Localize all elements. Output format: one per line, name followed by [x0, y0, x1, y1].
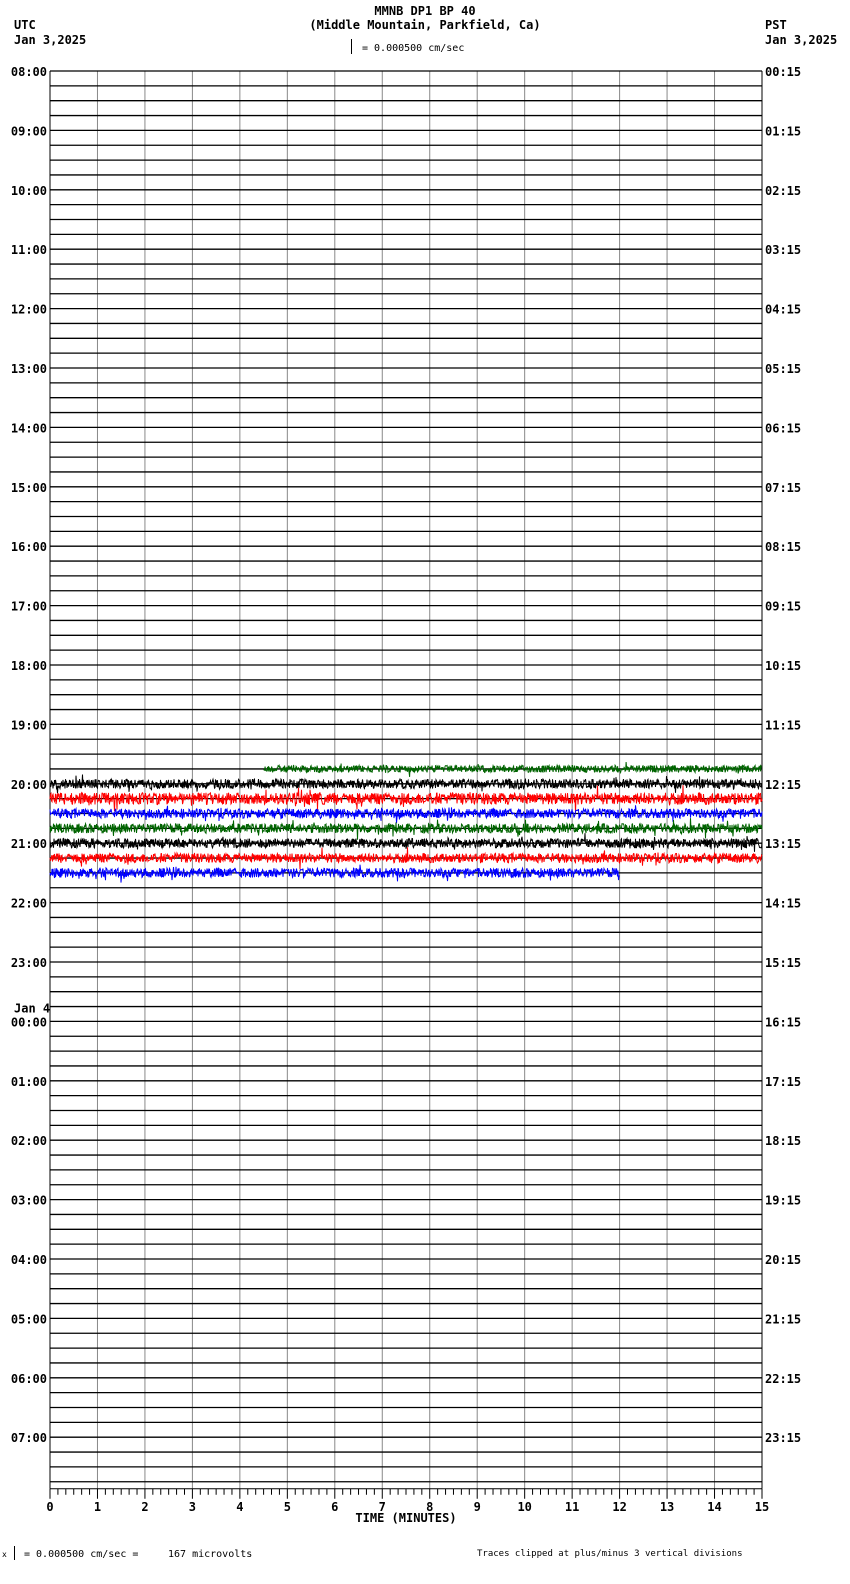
utc-hour-label: 05:00	[11, 1312, 47, 1326]
utc-hour-label: 21:00	[11, 837, 47, 851]
footer-scale-bar-icon	[14, 1546, 15, 1560]
utc-hour-label: 06:00	[11, 1372, 47, 1386]
x-tick-label: 1	[94, 1500, 101, 1514]
pst-hour-label: 03:15	[765, 243, 801, 257]
footer-scale-prefix: x	[2, 1550, 7, 1559]
x-axis-label: TIME (MINUTES)	[355, 1511, 456, 1525]
x-tick-label: 2	[141, 1500, 148, 1514]
x-tick-label: 6	[331, 1500, 338, 1514]
pst-hour-label: 14:15	[765, 897, 801, 911]
x-tick-label: 10	[517, 1500, 531, 1514]
x-tick-label: 5	[284, 1500, 291, 1514]
x-tick-label: 9	[474, 1500, 481, 1514]
pst-hour-label: 13:15	[765, 837, 801, 851]
clip-note: Traces clipped at plus/minus 3 vertical …	[477, 1549, 743, 1559]
seismic-trace	[49, 833, 763, 852]
utc-hour-label: 02:00	[11, 1134, 47, 1148]
utc-hour-label: 12:00	[11, 303, 47, 317]
utc-hour-label: 08:00	[11, 65, 47, 79]
x-tick-label: 0	[46, 1500, 53, 1514]
utc-hour-label: 23:00	[11, 956, 47, 970]
footer-scale: = 0.000500 cm/sec =	[24, 1549, 139, 1560]
x-tick-label: 15	[755, 1500, 769, 1514]
pst-hour-label: 15:15	[765, 956, 801, 970]
utc-hour-label: 22:00	[11, 897, 47, 911]
utc-hour-label: 03:00	[11, 1194, 47, 1208]
pst-hour-label: 08:15	[765, 540, 801, 554]
utc-hour-label: 19:00	[11, 718, 47, 732]
pst-hour-label: 04:15	[765, 303, 801, 317]
utc-hour-label: 07:00	[11, 1431, 47, 1445]
x-tick-label: 13	[660, 1500, 674, 1514]
day-change-label: Jan 4	[14, 1001, 50, 1015]
pst-hour-label: 12:15	[765, 778, 801, 792]
utc-hour-label: 16:00	[11, 540, 47, 554]
utc-hour-label: 17:00	[11, 600, 47, 614]
pst-hour-label: 22:15	[765, 1372, 801, 1386]
pst-hour-label: 19:15	[765, 1194, 801, 1208]
utc-hour-label: 15:00	[11, 481, 47, 495]
utc-hour-label: 13:00	[11, 362, 47, 376]
seismogram-plot: 0 1 2 3 4 5 6 7 8 9 10 11 12 13 14 15TIME (MINUTES)08:0…	[11, 65, 801, 1525]
utc-hour-label: 18:00	[11, 659, 47, 673]
x-tick-label: 14	[707, 1500, 721, 1514]
utc-hour-label: 14:00	[11, 421, 47, 435]
pst-hour-label: 06:15	[765, 421, 801, 435]
pst-hour-label: 21:15	[765, 1312, 801, 1326]
pst-hour-label: 05:15	[765, 362, 801, 376]
x-tick-label: 12	[612, 1500, 626, 1514]
pst-hour-label: 23:15	[765, 1431, 801, 1445]
utc-hour-label: 04:00	[11, 1253, 47, 1267]
pst-hour-label: 02:15	[765, 184, 801, 198]
pst-hour-label: 11:15	[765, 718, 801, 732]
utc-hour-label: 20:00	[11, 778, 47, 792]
x-tick-label: 11	[565, 1500, 579, 1514]
pst-hour-label: 16:15	[765, 1015, 801, 1029]
utc-hour-label: 10:00	[11, 184, 47, 198]
footer-microvolts: 167 microvolts	[168, 1549, 253, 1560]
utc-hour-label: 01:00	[11, 1075, 47, 1089]
seismic-trace	[49, 774, 763, 794]
seismic-trace	[49, 805, 763, 824]
utc-hour-label: 11:00	[11, 243, 47, 257]
pst-hour-label: 09:15	[765, 600, 801, 614]
pst-hour-label: 18:15	[765, 1134, 801, 1148]
utc-hour-label: 09:00	[11, 124, 47, 138]
pst-hour-label: 07:15	[765, 481, 801, 495]
x-tick-label: 3	[189, 1500, 196, 1514]
pst-hour-label: 20:15	[765, 1253, 801, 1267]
seismic-trace	[49, 818, 763, 840]
pst-hour-label: 00:15	[765, 65, 801, 79]
pst-hour-label: 17:15	[765, 1075, 801, 1089]
utc-hour-label: 00:00	[11, 1015, 47, 1029]
x-tick-label: 4	[236, 1500, 243, 1514]
seismic-trace	[263, 761, 763, 777]
pst-hour-label: 10:15	[765, 659, 801, 673]
pst-hour-label: 01:15	[765, 124, 801, 138]
